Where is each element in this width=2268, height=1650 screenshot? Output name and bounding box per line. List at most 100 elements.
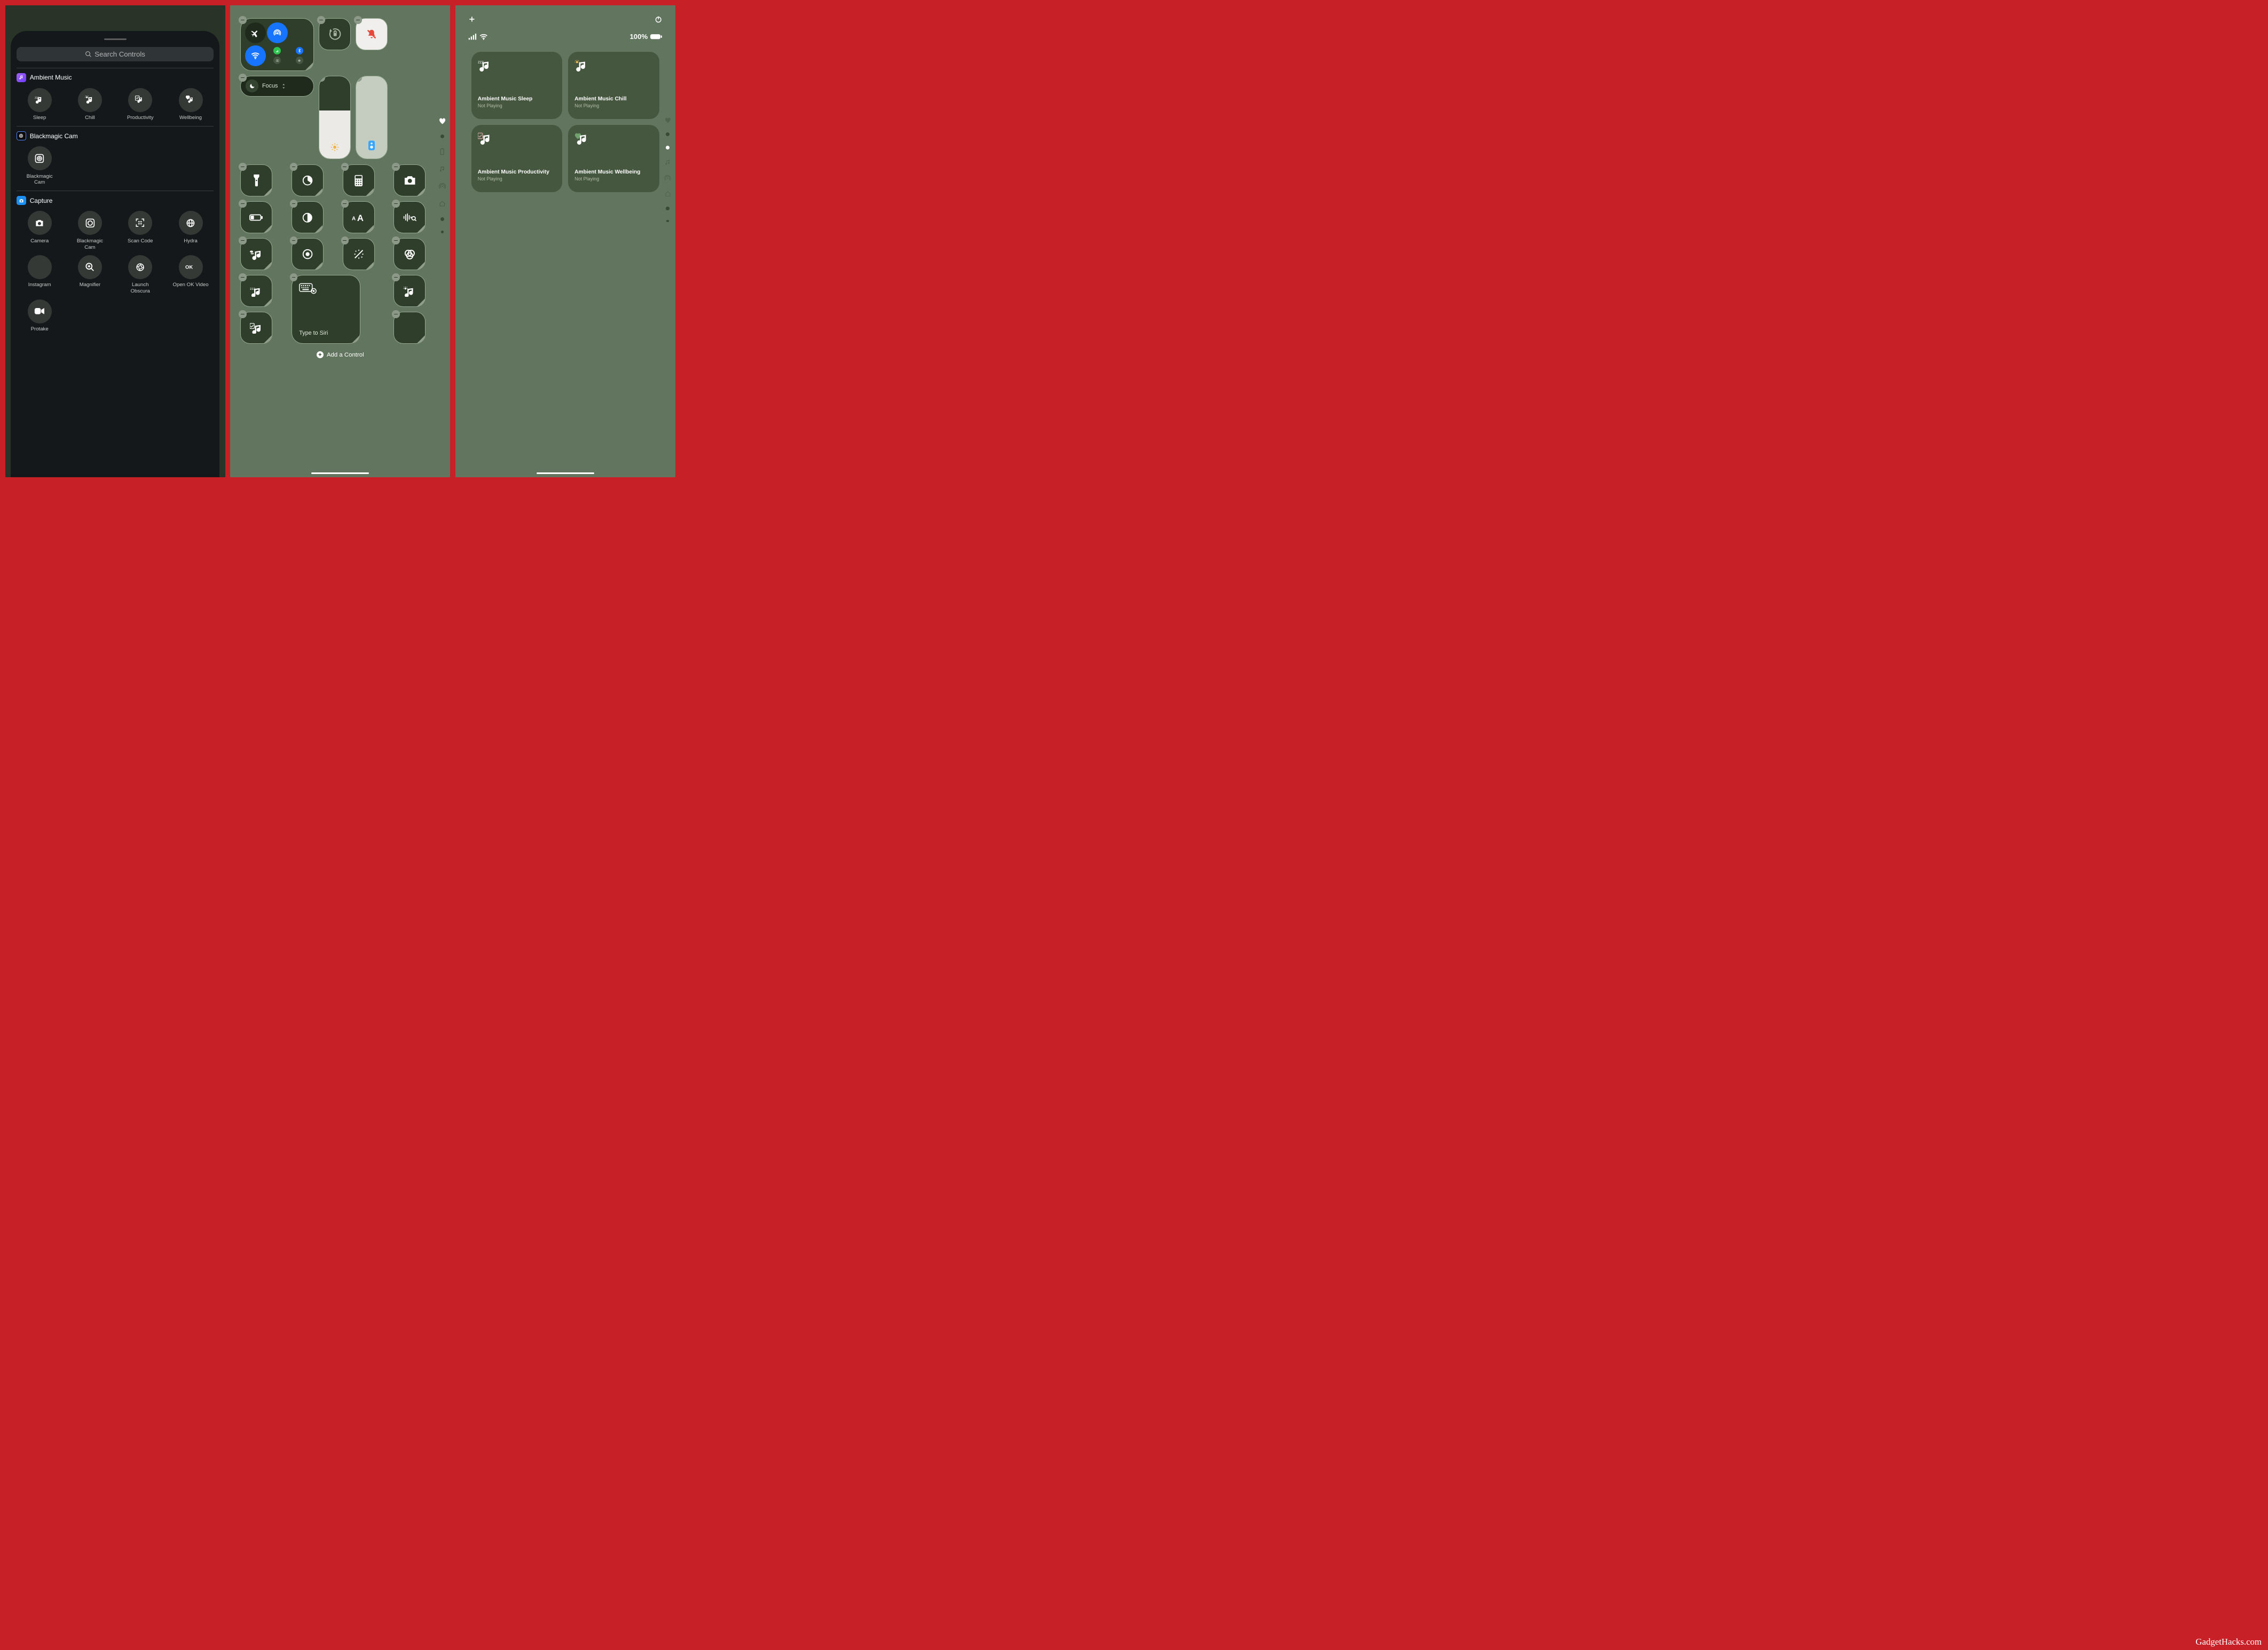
control-productivity[interactable]: Productivity: [117, 88, 163, 121]
control-launch-obscura[interactable]: Launch Obscura: [117, 255, 163, 295]
remove-icon[interactable]: [290, 273, 297, 281]
rail-home-icon[interactable]: [438, 200, 446, 207]
airdrop-toggle[interactable]: [267, 22, 288, 43]
remove-icon[interactable]: [239, 163, 246, 170]
resize-handle[interactable]: [264, 188, 271, 195]
brightness-slider[interactable]: [319, 76, 351, 159]
resize-handle[interactable]: [264, 298, 271, 306]
card-ambient-sleep[interactable]: zzz Ambient Music Sleep Not Playing: [471, 52, 563, 119]
resize-handle[interactable]: [417, 298, 424, 306]
resize-handle[interactable]: [417, 225, 424, 232]
power-button[interactable]: [655, 15, 662, 23]
resize-handle[interactable]: [417, 188, 424, 195]
resize-handle[interactable]: [417, 262, 424, 269]
control-wellbeing[interactable]: Wellbeing: [168, 88, 214, 121]
resize-handle[interactable]: [315, 262, 322, 269]
darkmode-control[interactable]: [292, 201, 324, 233]
resize-handle[interactable]: [366, 262, 374, 269]
calculator-control[interactable]: [343, 164, 375, 196]
remove-icon[interactable]: [354, 16, 361, 23]
search-input[interactable]: Search Controls: [17, 47, 214, 61]
remove-icon[interactable]: [341, 163, 349, 170]
flashlight-control[interactable]: [240, 164, 272, 196]
rail-heart-icon[interactable]: [438, 117, 446, 125]
orientation-lock-toggle[interactable]: [319, 18, 351, 50]
remove-icon[interactable]: [239, 236, 246, 244]
silent-mode-toggle[interactable]: [356, 18, 388, 50]
add-button[interactable]: [468, 15, 476, 23]
remove-icon[interactable]: [392, 310, 399, 318]
remove-icon[interactable]: [392, 236, 399, 244]
resize-handle[interactable]: [315, 225, 322, 232]
remove-icon[interactable]: [239, 74, 246, 81]
type-to-siri-control[interactable]: Type to Siri: [292, 275, 360, 344]
rail-dot-active[interactable]: [666, 146, 670, 149]
wifi-toggle[interactable]: [245, 45, 266, 66]
connectivity-group[interactable]: [240, 18, 314, 71]
control-magnifier[interactable]: Magnifier: [67, 255, 113, 295]
ambient-music-control[interactable]: [240, 238, 272, 270]
control-blackmagic-cam-2[interactable]: Blackmagic Cam: [67, 211, 113, 250]
rail-dot[interactable]: [440, 135, 444, 138]
lowpower-control[interactable]: [240, 201, 272, 233]
home-indicator[interactable]: [311, 472, 369, 475]
empty-control[interactable]: [393, 312, 426, 344]
remove-icon[interactable]: [239, 310, 246, 318]
rail-dot[interactable]: [440, 217, 444, 221]
timer-control[interactable]: [292, 164, 324, 196]
soundrecognition-control[interactable]: [393, 201, 426, 233]
resize-handle[interactable]: [264, 335, 271, 343]
resize-handle[interactable]: [315, 188, 322, 195]
control-scan-code[interactable]: Scan Code: [117, 211, 163, 250]
remove-icon[interactable]: [341, 200, 349, 207]
control-protake[interactable]: Protake: [17, 299, 62, 333]
control-sleep[interactable]: zzz Sleep: [17, 88, 62, 121]
rail-dot[interactable]: [666, 132, 670, 136]
resize-handle[interactable]: [352, 335, 359, 343]
remove-icon[interactable]: [341, 236, 349, 244]
bluetooth-toggle[interactable]: [296, 47, 303, 54]
resize-handle[interactable]: [264, 262, 271, 269]
vpn-toggle[interactable]: [273, 57, 281, 64]
resize-handle[interactable]: [264, 225, 271, 232]
airplane-toggle[interactable]: [245, 22, 266, 43]
remove-icon[interactable]: [290, 236, 297, 244]
resize-handle[interactable]: [366, 225, 374, 232]
control-blackmagic-cam[interactable]: Blackmagic Cam: [17, 146, 62, 186]
productivity-music-control[interactable]: [240, 312, 272, 344]
accessibility-control[interactable]: [343, 238, 375, 270]
rail-heart-icon[interactable]: [665, 117, 671, 123]
control-hydra[interactable]: Hydra: [168, 211, 214, 250]
remove-icon[interactable]: [392, 163, 399, 170]
focus-control[interactable]: Focus: [240, 76, 314, 97]
remove-icon[interactable]: [356, 76, 361, 82]
rail-dot[interactable]: [666, 207, 670, 210]
control-chill[interactable]: Chill: [67, 88, 113, 121]
remove-icon[interactable]: [317, 16, 325, 23]
card-ambient-wellbeing[interactable]: Ambient Music Wellbeing Not Playing: [568, 125, 659, 192]
control-instagram[interactable]: Instagram: [17, 255, 62, 295]
rail-hotspot-icon[interactable]: [664, 175, 671, 181]
home-indicator[interactable]: [537, 472, 594, 475]
remove-icon[interactable]: [239, 273, 246, 281]
volume-slider[interactable]: [356, 76, 388, 159]
rail-battery-icon[interactable]: [438, 148, 446, 155]
remove-icon[interactable]: [319, 76, 325, 82]
rail-hotspot-icon[interactable]: [438, 183, 446, 190]
card-ambient-chill[interactable]: Ambient Music Chill Not Playing: [568, 52, 659, 119]
add-control-button[interactable]: + Add a Control: [240, 351, 440, 358]
chill-music-control[interactable]: [393, 275, 426, 307]
remove-icon[interactable]: [239, 16, 246, 23]
remove-icon[interactable]: [392, 273, 399, 281]
remove-icon[interactable]: [290, 163, 297, 170]
remove-icon[interactable]: [290, 200, 297, 207]
resize-handle[interactable]: [366, 188, 374, 195]
sleep-music-control[interactable]: zzz: [240, 275, 272, 307]
rail-dot[interactable]: [666, 220, 669, 223]
rail-music-icon[interactable]: [438, 165, 446, 173]
rail-dot[interactable]: [441, 231, 444, 233]
colorfilters-control[interactable]: [393, 238, 426, 270]
rail-home-icon[interactable]: [665, 191, 671, 197]
card-ambient-productivity[interactable]: Ambient Music Productivity Not Playing: [471, 125, 563, 192]
cellular-toggle[interactable]: [273, 47, 281, 54]
